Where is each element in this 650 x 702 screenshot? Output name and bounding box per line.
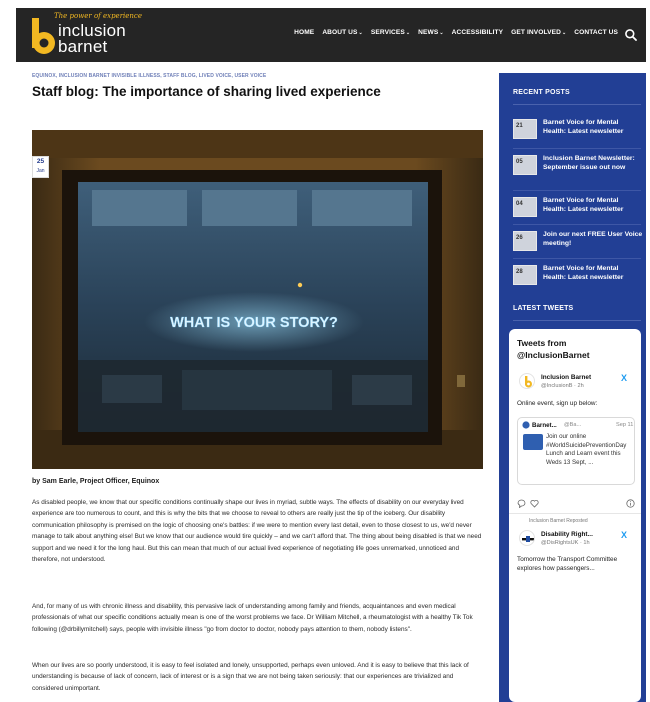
x-logo-icon[interactable]: X xyxy=(621,530,627,540)
divider xyxy=(513,320,641,321)
recent-post-title[interactable]: Barnet Voice for Mental Health: Latest n… xyxy=(543,118,643,136)
hero-image: WHAT IS YOUR STORY? xyxy=(32,130,483,469)
tweet-text: Online event, sign up below: xyxy=(517,400,598,407)
recent-post-title[interactable]: Barnet Voice for Mental Health: Latest n… xyxy=(543,264,643,282)
date-day: 25 xyxy=(36,158,45,165)
chevron-down-icon: ⌄ xyxy=(405,30,411,36)
divider xyxy=(513,104,641,105)
main-nav: HOME ABOUT US⌄ SERVICES⌄ NEWS⌄ ACCESSIBI… xyxy=(294,29,618,36)
breadcrumb[interactable]: EQUINOX, INCLUSION BARNET INVISIBLE ILLN… xyxy=(32,73,266,79)
recent-post-item[interactable]: 26 Join our next FREE User Voice meeting… xyxy=(513,229,643,259)
post-thumbnail: 05 xyxy=(513,155,537,175)
quoted-author-handle: @Ba... xyxy=(564,422,582,428)
quoted-tweet[interactable]: Barnet... @Ba... Sep 11 Join our online … xyxy=(517,417,635,485)
page-title: Staff blog: The importance of sharing li… xyxy=(32,84,381,99)
tweet-author-handle[interactable]: @InclusionB · 2h xyxy=(541,383,584,389)
divider xyxy=(513,224,641,225)
search-icon[interactable] xyxy=(624,28,638,42)
disability-rights-avatar[interactable] xyxy=(519,530,535,546)
tweet-author-name[interactable]: Inclusion Barnet xyxy=(541,374,591,381)
info-icon[interactable] xyxy=(626,499,635,508)
tweet-actions xyxy=(517,499,635,509)
recent-post-item[interactable]: 04 Barnet Voice for Mental Health: Lates… xyxy=(513,195,643,225)
recent-post-item[interactable]: 05 Inclusion Barnet Newsletter: Septembe… xyxy=(513,153,643,183)
x-logo-icon[interactable]: X xyxy=(621,373,627,383)
article-paragraph: As disabled people, we know that our spe… xyxy=(32,499,482,564)
site-header: The power of experience inclusion barnet… xyxy=(16,8,646,62)
quoted-text: Join our online #WorldSuicidePreventionD… xyxy=(546,433,627,466)
date-badge: 25 Jan xyxy=(32,156,49,178)
recent-post-item[interactable]: 21 Barnet Voice for Mental Health: Lates… xyxy=(513,117,643,147)
logo-word-barnet: barnet xyxy=(58,37,108,56)
chevron-down-icon: ⌄ xyxy=(561,30,567,36)
article-paragraph: And, for many of us with chronic illness… xyxy=(32,603,473,633)
article-paragraph: When our lives are so poorly understood,… xyxy=(32,662,469,692)
divider xyxy=(513,258,641,259)
reply-icon[interactable] xyxy=(517,499,526,508)
latest-tweets-heading: LATEST TWEETS xyxy=(513,305,574,312)
chevron-down-icon: ⌄ xyxy=(439,30,444,36)
disability-rights-logo-icon xyxy=(522,536,534,542)
nav-get-involved[interactable]: GET INVOLVED⌄ xyxy=(511,29,566,36)
tweet-text: Tomorrow the Transport Committee explore… xyxy=(517,556,618,572)
quoted-image xyxy=(523,434,543,450)
nav-contact-us[interactable]: CONTACT US xyxy=(574,29,618,36)
nav-news[interactable]: NEWS⌄ xyxy=(418,29,443,36)
divider xyxy=(513,148,641,149)
inclusion-barnet-avatar[interactable] xyxy=(519,373,535,389)
quoted-date: Sep 11 xyxy=(616,422,634,428)
recent-post-title[interactable]: Inclusion Barnet Newsletter: September i… xyxy=(543,154,643,172)
nav-services[interactable]: SERVICES⌄ xyxy=(371,29,410,36)
recent-post-title[interactable]: Barnet Voice for Mental Health: Latest n… xyxy=(543,196,643,214)
date-month: Jan xyxy=(36,168,45,174)
timeline-title[interactable]: Tweets from @InclusionBarnet xyxy=(517,337,637,361)
nav-about-us[interactable]: ABOUT US⌄ xyxy=(322,29,363,36)
article-byline: by Sam Earle, Project Officer, Equinox xyxy=(32,478,160,485)
logo-b-icon xyxy=(525,376,532,388)
nav-home[interactable]: HOME xyxy=(294,29,314,36)
recent-posts-heading: RECENT POSTS xyxy=(513,89,570,96)
post-thumbnail: 26 xyxy=(513,231,537,251)
sidebar: RECENT POSTS 21 Barnet Voice for Mental … xyxy=(499,73,646,702)
divider xyxy=(509,513,641,514)
recent-post-title[interactable]: Join our next FREE User Voice meeting! xyxy=(543,230,643,248)
logo-tagline: The power of experience xyxy=(54,12,142,20)
tweet-author-name[interactable]: Disability Right... xyxy=(541,531,593,538)
avatar-icon xyxy=(522,421,530,429)
site-logo[interactable]: The power of experience inclusion barnet xyxy=(30,12,160,58)
post-thumbnail: 04 xyxy=(513,197,537,217)
post-thumbnail: 21 xyxy=(513,119,537,139)
twitter-timeline[interactable]: Tweets from @InclusionBarnet Inclusion B… xyxy=(509,329,641,702)
nav-accessibility[interactable]: ACCESSIBILITY xyxy=(452,29,504,36)
logo-b-icon xyxy=(32,18,55,54)
retweet-note: Inclusion Barnet Reposted xyxy=(529,518,588,524)
hero-neon-text: WHAT IS YOUR STORY? xyxy=(170,315,338,331)
tweet-author-handle[interactable]: @DisRightsUK · 1h xyxy=(541,540,590,546)
divider xyxy=(513,190,641,191)
quoted-author-name: Barnet... xyxy=(532,422,557,429)
heart-icon[interactable] xyxy=(530,499,539,508)
recent-post-item[interactable]: 28 Barnet Voice for Mental Health: Lates… xyxy=(513,263,643,293)
hero-photo: WHAT IS YOUR STORY? xyxy=(32,130,483,469)
post-thumbnail: 28 xyxy=(513,265,537,285)
chevron-down-icon: ⌄ xyxy=(358,30,363,36)
